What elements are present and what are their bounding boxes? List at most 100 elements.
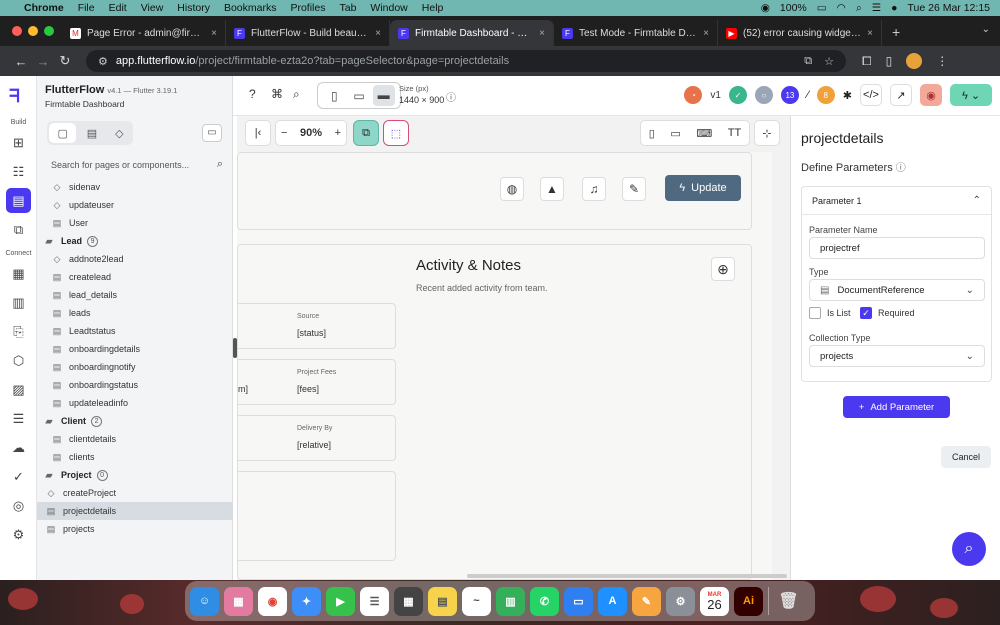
zoom-out-icon[interactable]: − [276,127,292,139]
browser-tab-active[interactable]: F Firmtable Dashboard - Flutte × [390,20,554,46]
tree-item[interactable]: ▤ onboardingstatus [37,376,233,394]
version-icon[interactable]: ◔ [684,86,703,104]
zoom-in-icon[interactable]: + [330,127,346,139]
browser-tab[interactable]: ▶ (52) error causing widget wa × [718,20,882,46]
new-folder-icon[interactable]: ▭ [202,124,222,142]
data-types-icon[interactable]: ▥ [9,293,28,312]
browser-tab[interactable]: F FlutterFlow - Build beautiful, m × [226,20,390,46]
flutterflow-logo-icon[interactable]: ᖷ [9,86,20,107]
tree-item[interactable]: ▤ projectdetails [37,502,233,520]
tab-search-chevron-icon[interactable]: ⌄ [982,24,990,35]
phone-preview-icon[interactable]: ▯ [644,127,660,140]
menu-profiles[interactable]: Profiles [290,2,325,14]
search-icon[interactable]: ⌕ [856,2,862,15]
chrome-icon[interactable]: ◉ [258,586,287,616]
keynote-icon[interactable]: ▭ [564,586,593,616]
record-icon[interactable]: ◉ [761,2,770,14]
illustrator-icon[interactable]: Ai [734,586,763,616]
info-icon[interactable]: ⓘ [896,163,906,174]
bug-icon[interactable]: ✱ [843,89,852,102]
tablet-preview-icon[interactable]: ▭ [665,127,685,140]
tree-item[interactable]: ▤ leads [37,304,233,322]
field-project-fees[interactable]: m] Project Fees [fees] [238,359,396,405]
tree-item[interactable]: ▤ Leadtstatus [37,322,233,340]
menu-bookmarks[interactable]: Bookmarks [224,2,277,14]
magic-wand-icon[interactable]: ⁄ [807,89,809,101]
checkbox-checked-icon[interactable]: ✓ [860,307,872,319]
app-store-icon[interactable]: A [598,586,627,616]
add-note-icon[interactable]: ⊕ [711,257,735,281]
menu-file[interactable]: File [78,2,95,14]
issues-badge[interactable]: 13 [780,86,799,104]
tree-item[interactable]: ◇ createProject [37,484,233,502]
tree-item[interactable]: ▤ projects [37,520,233,538]
finder-icon[interactable]: ☺ [190,586,219,616]
tree-item[interactable]: ◇ sidenav [37,178,233,196]
calculator-icon[interactable]: ▦ [394,586,423,616]
reload-icon[interactable]: ↻ [54,53,76,69]
drive-icon[interactable]: ▲ [540,177,564,201]
app-state-icon[interactable]: ⬡ [9,351,28,370]
menu-help[interactable]: Help [422,2,444,14]
custom-code-icon[interactable]: ☰ [9,409,28,428]
field-delivery-by[interactable]: Delivery By [relative] [238,415,396,461]
close-window-icon[interactable] [12,26,22,36]
api-calls-icon[interactable]: ⎘ [9,322,28,341]
browser-tab[interactable]: M Page Error - admin@firmtable × [62,20,226,46]
tree-folder[interactable]: ▰ Lead 9 [37,232,233,250]
collection-type-select[interactable]: projects ⌄ [809,345,985,367]
share-icon[interactable]: ↗ [890,84,912,106]
device-tablet-icon[interactable]: ▭ [348,89,370,103]
profile-avatar[interactable] [906,53,923,69]
search-icon[interactable]: ⌕ [217,158,223,171]
maximize-window-icon[interactable] [44,26,54,36]
forward-icon[interactable]: → [32,54,54,69]
cancel-button[interactable]: Cancel [941,446,991,468]
site-info-icon[interactable]: ⚙ [98,55,108,68]
facetime-icon[interactable]: ▶ [326,586,355,616]
menu-history[interactable]: History [177,2,210,14]
device-phone-icon[interactable]: ▯ [323,89,345,103]
text-scale-icon[interactable]: TT [723,127,746,139]
required-checkbox[interactable]: ✓ Required [860,307,915,319]
tree-folder[interactable]: ▰ Project 0 [37,466,233,484]
collapse-panel-icon[interactable]: |‹ [245,120,271,146]
bell-icon[interactable]: ♫ [582,177,606,201]
pages-icon[interactable]: ✎ [632,586,661,616]
tree-item[interactable]: ▤ lead_details [37,286,233,304]
field-empty[interactable] [238,471,396,561]
tree-item[interactable]: ▤ createlead [37,268,233,286]
battery-icon[interactable]: ▭ [817,2,827,14]
menu-app-name[interactable]: Chrome [24,2,64,14]
header-card[interactable]: ◍ ▲ ♫ ✎ ϟ Update [237,152,752,230]
tree-item[interactable]: ▤ clientdetails [37,430,233,448]
close-tab-icon[interactable]: × [539,28,545,39]
version-label[interactable]: v1 [710,90,721,101]
help-icon[interactable]: ? [249,87,256,101]
activity-card[interactable]: Activity & Notes Recent added activity f… [237,244,752,580]
menubar-clock[interactable]: Tue 26 Mar 12:15 [908,2,991,14]
back-icon[interactable]: ← [10,54,32,69]
zoom-level[interactable]: 90% [295,127,327,139]
menu-tab[interactable]: Tab [339,2,356,14]
field-source[interactable]: Source [status] [238,303,396,349]
close-tab-icon[interactable]: × [867,28,873,39]
firestore-icon[interactable]: ▦ [9,264,28,283]
type-select[interactable]: ▤ DocumentReference ⌄ [809,279,985,301]
tree-item[interactable]: ▤ User [37,214,233,232]
browser-menu-icon[interactable]: ⋮ [936,54,948,68]
parameter-name-input[interactable]: projectref [809,237,985,259]
tree-item[interactable]: ◇ updateuser [37,196,233,214]
size-value[interactable]: 1440 × 900 [399,95,444,105]
tests-icon[interactable]: ✓ [9,467,28,486]
reminders-icon[interactable]: ☰ [360,586,389,616]
tree-item[interactable]: ▤ onboardingnotify [37,358,233,376]
minimize-window-icon[interactable] [28,26,38,36]
tree-folder[interactable]: ▰ Client 2 [37,412,233,430]
tree-item[interactable]: ◇ addnote2lead [37,250,233,268]
add-parameter-button[interactable]: + Add Parameter [843,396,950,418]
sidepanel-icon[interactable]: ▯ [886,54,893,68]
widget-tree-icon[interactable]: ☷ [9,162,28,181]
close-tab-icon[interactable]: × [375,28,381,39]
tab-pages-icon[interactable]: ▢ [49,123,77,143]
